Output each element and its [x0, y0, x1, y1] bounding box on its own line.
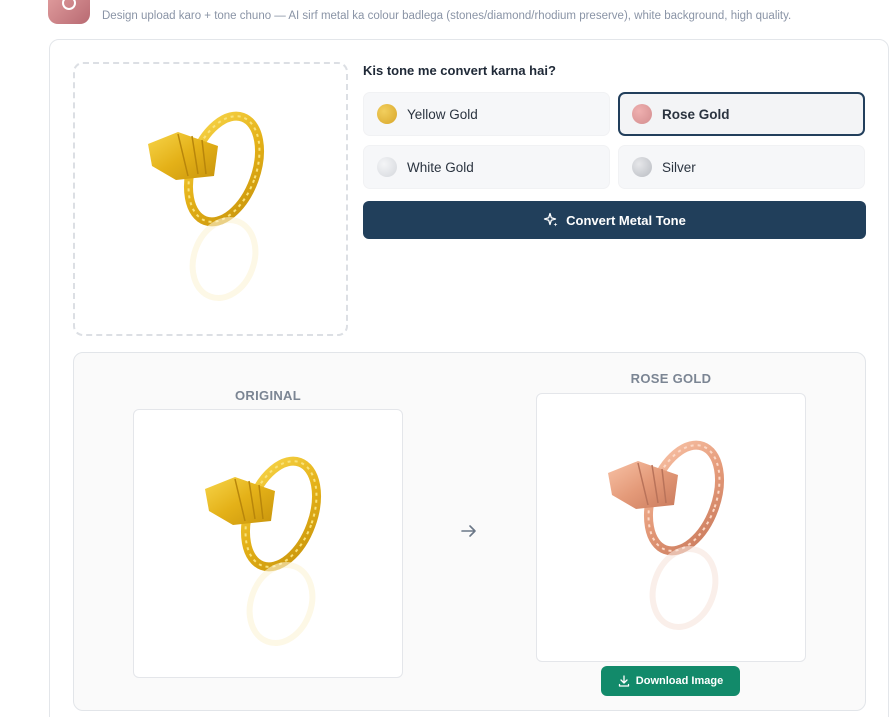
tone-option-label: Rose Gold	[662, 106, 730, 122]
yellow-gold-swatch-icon	[377, 104, 397, 124]
page: Design upload karo + tone chuno — AI sir…	[0, 0, 892, 717]
tone-option-silver[interactable]: Silver	[618, 145, 865, 189]
converted-image	[536, 393, 806, 662]
convert-metal-tone-button[interactable]: Convert Metal Tone	[363, 201, 866, 239]
rose-gold-swatch-icon	[632, 104, 652, 124]
app-logo-icon	[48, 0, 90, 24]
arrow-right-icon	[461, 525, 476, 537]
original-label: ORIGINAL	[235, 388, 301, 403]
tone-option-label: White Gold	[407, 159, 474, 175]
uploaded-ring-image	[147, 111, 264, 301]
tone-option-rose-gold[interactable]: Rose Gold	[618, 92, 865, 136]
white-gold-swatch-icon	[377, 157, 397, 177]
converted-label: ROSE GOLD	[630, 371, 712, 386]
tone-option-label: Yellow Gold	[407, 106, 478, 122]
convert-button-label: Convert Metal Tone	[566, 212, 686, 228]
upload-dropzone[interactable]	[73, 62, 348, 336]
silver-swatch-icon	[632, 157, 652, 177]
sparkle-icon	[544, 212, 558, 227]
download-icon	[618, 675, 629, 687]
original-image	[133, 409, 403, 678]
tone-option-white-gold[interactable]: White Gold	[363, 145, 610, 189]
original-ring-image	[205, 456, 321, 646]
rose-gold-ring-image	[608, 440, 724, 630]
download-image-button[interactable]: Download Image	[601, 666, 740, 696]
download-button-label: Download Image	[635, 675, 724, 687]
page-subtitle: Design upload karo + tone chuno — AI sir…	[102, 10, 792, 22]
tone-option-label: Silver	[662, 159, 696, 175]
tone-option-yellow-gold[interactable]: Yellow Gold	[363, 92, 610, 136]
tone-selector-title: Kis tone me convert karna hai?	[363, 63, 556, 78]
